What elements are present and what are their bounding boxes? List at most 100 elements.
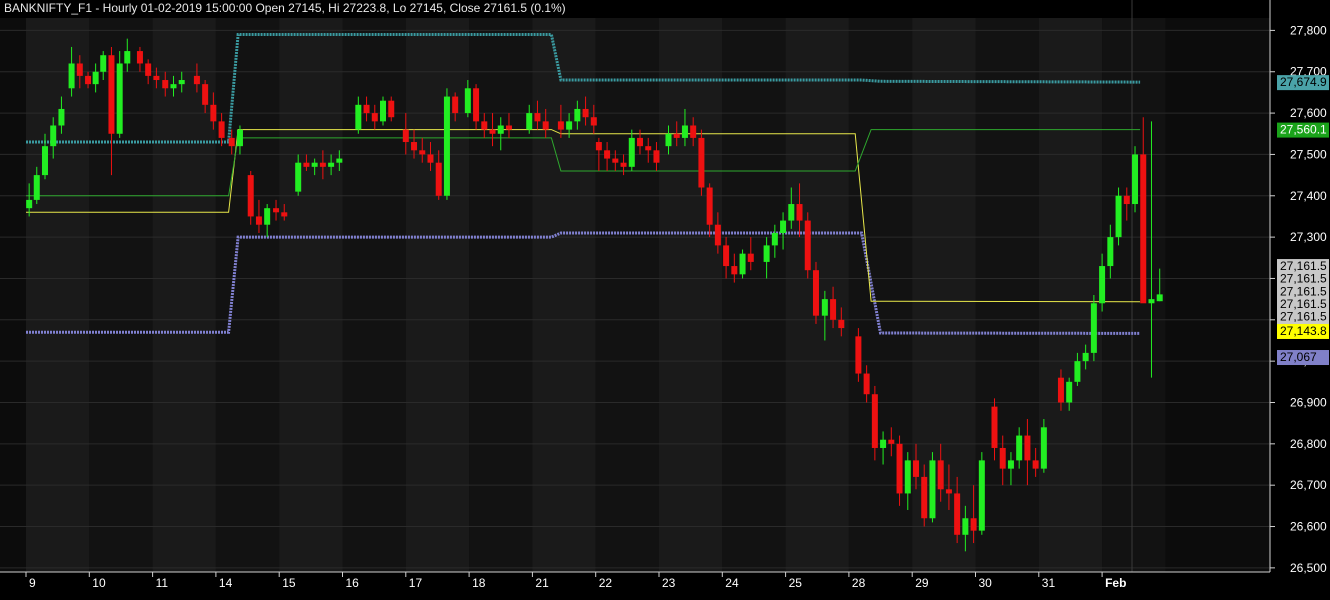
candle-body <box>100 55 107 72</box>
candle-body <box>653 150 660 163</box>
price-badge: 27,143.8 <box>1277 323 1329 339</box>
candle-body <box>871 394 878 448</box>
candle-body <box>954 493 961 535</box>
day-band <box>342 18 406 572</box>
price-badge-label: 27,143.8 <box>1280 324 1327 338</box>
candle-body <box>153 75 160 81</box>
time-tick-label: 22 <box>599 576 613 590</box>
candle-body <box>714 224 721 246</box>
candlestick-chart[interactable]: 9 10 11 14 15 16 17 18 21 22 23 24 25 28 29 30 31 Feb 26,… <box>0 0 1330 600</box>
day-band <box>279 18 343 572</box>
candle-body <box>888 439 895 444</box>
candle-body <box>411 142 418 151</box>
candle-body <box>863 373 870 395</box>
candle-body <box>1148 299 1155 304</box>
candle-body <box>1090 303 1097 353</box>
price-badge: 27,560.1 <box>1277 122 1329 138</box>
price-tick-label: 27,400 <box>1290 189 1327 203</box>
candle-body <box>999 447 1006 469</box>
candle-body <box>921 476 928 519</box>
price-badge-label: 27,161.5 <box>1280 271 1327 285</box>
day-band <box>1038 18 1103 572</box>
candle-body <box>690 125 697 138</box>
candle-body <box>380 100 387 122</box>
candle-body <box>218 121 225 138</box>
candle-body <box>628 137 635 167</box>
candle-body <box>136 51 143 64</box>
day-band <box>405 18 470 572</box>
candle-body <box>236 129 243 147</box>
candle-body <box>427 154 434 163</box>
price-tick-label: 26,600 <box>1290 520 1327 534</box>
candle-body <box>505 125 512 130</box>
price-badge: 27,674.9 <box>1277 75 1329 91</box>
candle-body <box>178 80 185 85</box>
day-band <box>215 18 280 572</box>
candle-body <box>33 175 40 200</box>
time-tick-label: 28 <box>852 576 866 590</box>
candle-body <box>937 460 944 490</box>
candle-body <box>739 253 746 275</box>
candle-body <box>1016 435 1023 461</box>
candle-body <box>281 212 288 217</box>
time-tick-label: 11 <box>156 576 169 590</box>
candle-body <box>830 299 837 320</box>
candle-body <box>328 162 335 167</box>
candle-body <box>698 137 705 188</box>
price-badge: 27,067 <box>1277 350 1329 366</box>
candle-body <box>210 104 217 122</box>
candle-body <box>1115 195 1122 238</box>
time-tick-label: 24 <box>725 576 739 590</box>
candle-body <box>443 96 450 196</box>
candle-body <box>612 158 619 163</box>
chart-title: BANKNIFTY_F1 - Hourly 01-02-2019 15:00:0… <box>0 0 570 17</box>
candle-body <box>645 146 652 151</box>
day-band <box>1102 18 1166 572</box>
price-tick-label: 27,800 <box>1290 23 1327 37</box>
candle-body <box>962 518 969 535</box>
time-tick-label: 17 <box>409 576 423 590</box>
candle-body <box>604 150 611 159</box>
price-tick-label: 26,700 <box>1290 478 1327 492</box>
candle-body <box>435 162 442 196</box>
candle-body <box>804 220 811 271</box>
price-badge-label: 27,161.5 <box>1280 309 1327 323</box>
candle-body <box>273 208 280 213</box>
candle-body <box>978 460 985 531</box>
candle-body <box>838 319 845 329</box>
candle-body <box>68 63 75 89</box>
candle-body <box>1007 460 1014 469</box>
candle-body <box>452 96 459 114</box>
candle-body <box>637 137 644 147</box>
price-tick-label: 26,800 <box>1290 437 1327 451</box>
time-tick-label: Feb <box>1105 576 1126 590</box>
price-badge-label: 27,674.9 <box>1280 75 1327 89</box>
candle-body <box>620 162 627 167</box>
candle-body <box>402 129 409 143</box>
candle-body <box>489 129 496 134</box>
day-band <box>26 18 90 572</box>
candle-body <box>464 88 471 114</box>
day-band <box>975 18 1039 572</box>
candle-body <box>788 204 795 221</box>
candle-body <box>202 84 209 105</box>
day-band <box>532 18 596 572</box>
candle-body <box>1032 460 1039 469</box>
candle-body <box>595 142 602 151</box>
time-tick-label: 15 <box>282 576 296 590</box>
candle-body <box>780 220 787 233</box>
price-tick-label: 27,500 <box>1290 147 1327 161</box>
time-tick-label: 30 <box>979 576 993 590</box>
candle-body <box>303 162 310 167</box>
candle-body <box>336 158 343 163</box>
candle-body <box>855 336 862 374</box>
day-band <box>848 18 913 572</box>
candle-body <box>193 75 200 85</box>
day-band <box>722 18 786 572</box>
candle-body <box>26 199 33 209</box>
price-badge-label: 27,560.1 <box>1280 123 1327 137</box>
candle-body <box>371 113 378 122</box>
candle-body <box>526 113 533 130</box>
candle-body <box>481 121 488 130</box>
price-badge: 27,161.5 <box>1277 309 1329 325</box>
